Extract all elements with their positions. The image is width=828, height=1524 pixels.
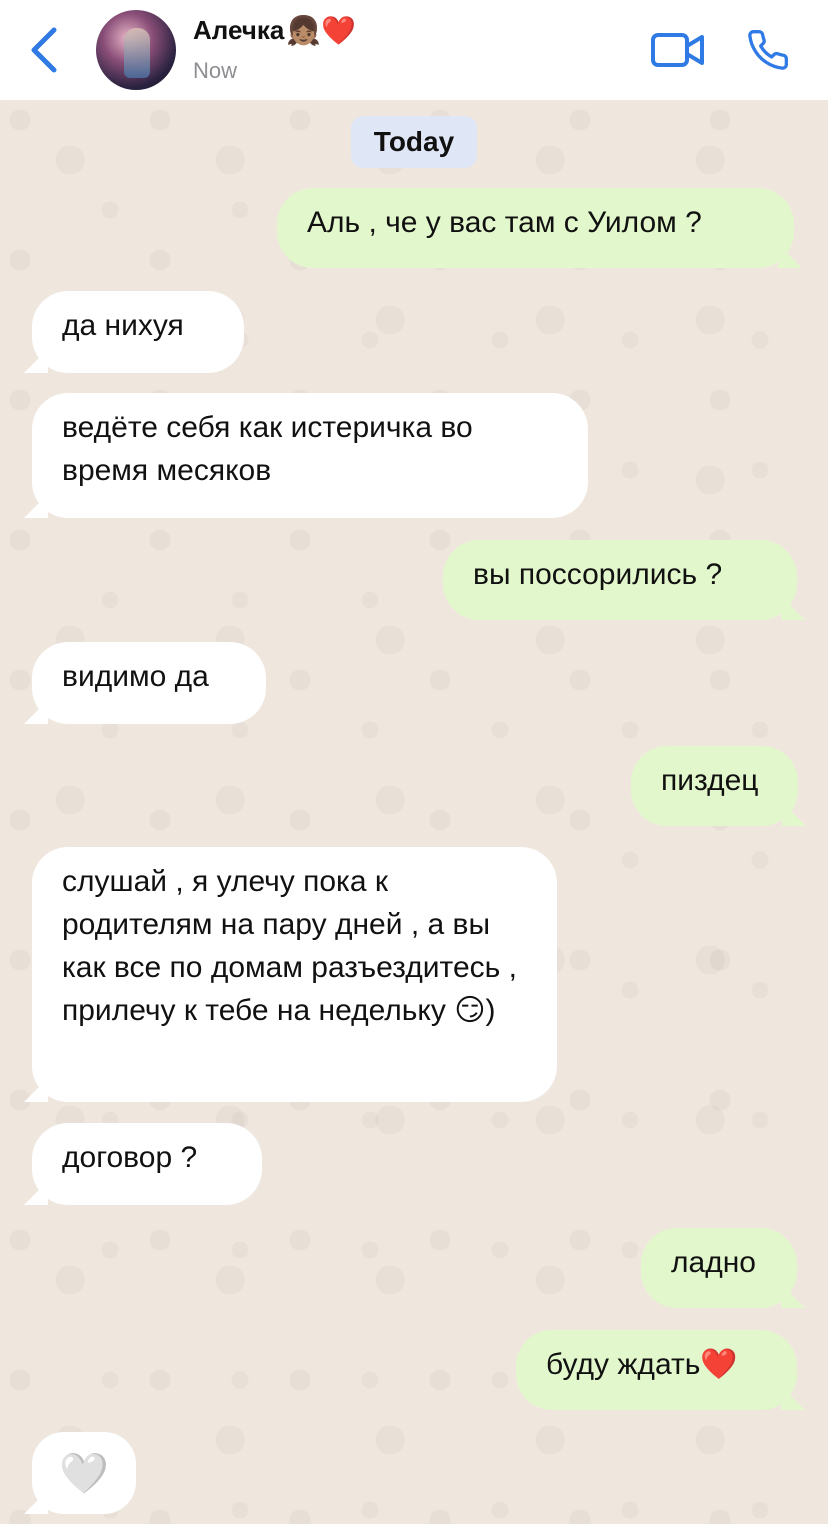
message-incoming[interactable]: договор ? xyxy=(32,1123,262,1205)
message-incoming[interactable]: видимо да xyxy=(32,642,266,724)
avatar-photo xyxy=(124,28,150,78)
contact-name-text: Алечка xyxy=(193,15,285,45)
last-seen-status: Now xyxy=(193,58,238,83)
phone-icon xyxy=(748,30,788,70)
message-outgoing[interactable]: пиздец xyxy=(631,746,798,826)
message-text: пиздец xyxy=(661,764,759,797)
date-separator: Today xyxy=(351,116,477,168)
message-text: буду ждать❤️ xyxy=(546,1348,738,1381)
chevron-left-icon xyxy=(31,27,57,73)
message-outgoing[interactable]: буду ждать❤️ xyxy=(516,1330,797,1410)
message-incoming[interactable]: 🤍 xyxy=(32,1432,136,1514)
contact-name-emojis: 👧🏽❤️ xyxy=(286,15,357,46)
message-outgoing[interactable]: Аль , че у вас там с Уилом ? xyxy=(277,188,794,268)
chat-header: Алечка 👧🏽❤️ Now xyxy=(0,0,828,100)
message-incoming[interactable]: ведёте себя как истеричка во время месяк… xyxy=(32,393,588,518)
message-text: Аль , че у вас там с Уилом ? xyxy=(307,206,702,239)
message-incoming[interactable]: слушай , я улечу пока к родителям на пар… xyxy=(32,847,557,1102)
message-text: ладно xyxy=(671,1246,756,1279)
message-text: видимо да xyxy=(62,660,209,693)
back-button[interactable] xyxy=(24,24,68,76)
white-heart-emoji: 🤍 xyxy=(59,1451,109,1496)
message-text: вы поссорились ? xyxy=(473,558,723,591)
voice-call-button[interactable] xyxy=(746,28,790,72)
message-text: договор ? xyxy=(62,1141,198,1174)
message-outgoing[interactable]: вы поссорились ? xyxy=(443,540,797,620)
message-incoming[interactable]: да нихуя xyxy=(32,291,244,373)
video-camera-icon xyxy=(651,33,704,67)
message-text: слушай , я улечу пока к родителям на пар… xyxy=(62,865,517,1027)
message-text: да нихуя xyxy=(62,309,184,342)
message-text: ведёте себя как истеричка во время месяк… xyxy=(62,411,473,487)
message-outgoing[interactable]: ладно xyxy=(641,1228,797,1308)
contact-name[interactable]: Алечка 👧🏽❤️ xyxy=(193,14,356,47)
avatar[interactable] xyxy=(96,10,176,90)
video-call-button[interactable] xyxy=(650,30,706,70)
